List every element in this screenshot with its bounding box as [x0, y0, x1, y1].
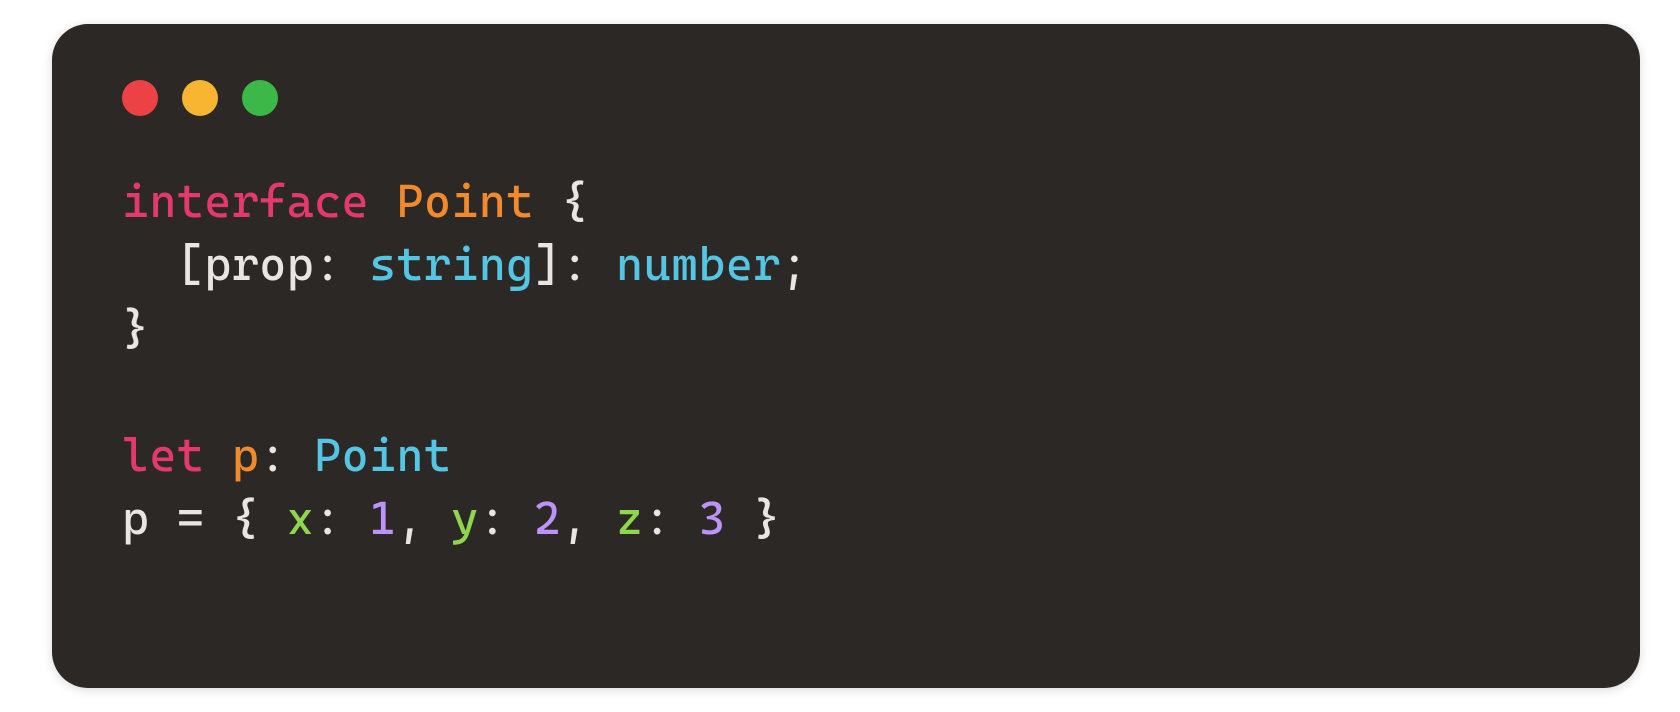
- minimize-icon[interactable]: [182, 80, 218, 116]
- semicolon: ;: [781, 237, 808, 291]
- window-controls: [122, 80, 1570, 116]
- comma: ,: [561, 491, 616, 545]
- type-string: string: [369, 237, 534, 291]
- type-point: Point: [314, 428, 451, 482]
- assign-lhs: p = {: [122, 491, 287, 545]
- brace-open: {: [561, 174, 588, 228]
- index-signature-open: [prop:: [122, 237, 369, 291]
- keyword-interface: interface: [122, 174, 369, 228]
- code-block: interface Point { [prop: string]: number…: [122, 170, 1570, 551]
- assign-close: }: [726, 491, 781, 545]
- num-2: 2: [534, 491, 561, 545]
- num-3: 3: [699, 491, 726, 545]
- prop-x: x: [287, 491, 314, 545]
- comma: ,: [397, 491, 452, 545]
- index-signature-mid: ]:: [534, 237, 616, 291]
- class-name: Point: [397, 174, 534, 228]
- num-1: 1: [369, 491, 396, 545]
- type-number: number: [616, 237, 781, 291]
- variable-p: p: [232, 428, 259, 482]
- prop-y: y: [451, 491, 478, 545]
- sep: :: [479, 491, 534, 545]
- brace-close: }: [122, 301, 149, 355]
- zoom-icon[interactable]: [242, 80, 278, 116]
- keyword-let: let: [122, 428, 204, 482]
- close-icon[interactable]: [122, 80, 158, 116]
- sep: :: [314, 491, 369, 545]
- prop-z: z: [616, 491, 643, 545]
- sep: :: [644, 491, 699, 545]
- editor-window: interface Point { [prop: string]: number…: [52, 24, 1640, 688]
- colon: :: [259, 428, 314, 482]
